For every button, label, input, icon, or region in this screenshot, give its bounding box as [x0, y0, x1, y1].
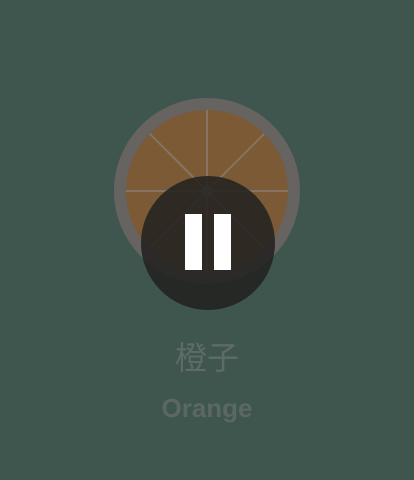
pause-button[interactable] [141, 176, 275, 310]
pause-icon [185, 214, 202, 270]
fruit-name-english: Orange [161, 393, 253, 423]
fruit-card: 橙子 Orange [0, 0, 414, 480]
pause-icon-bar [214, 214, 231, 270]
fruit-name-chinese: 橙子 [174, 339, 239, 377]
